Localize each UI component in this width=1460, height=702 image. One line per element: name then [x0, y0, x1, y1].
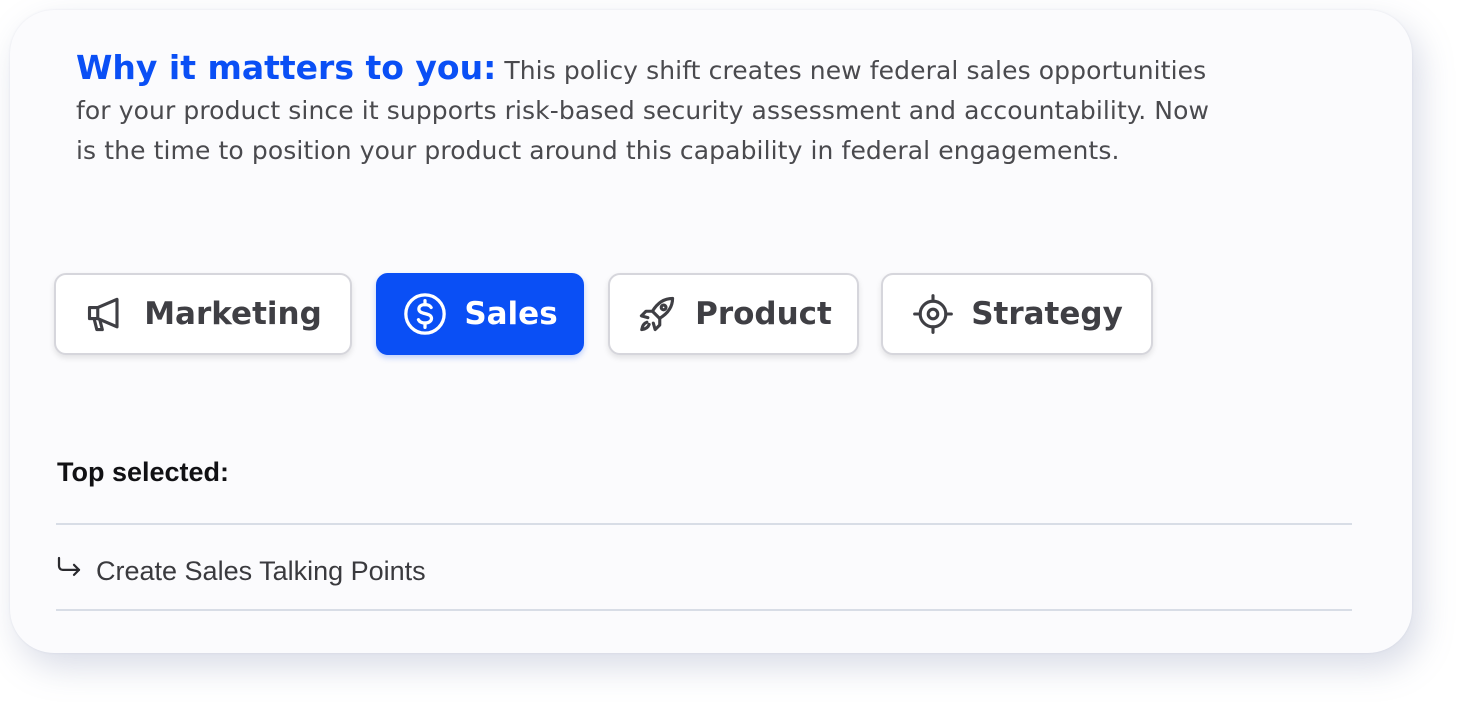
- top-selected-item[interactable]: Create Sales Talking Points: [54, 546, 426, 596]
- insight-lead: Why it matters to you:: [76, 48, 497, 87]
- chip-label: Strategy: [971, 296, 1123, 332]
- target-icon: [911, 292, 955, 336]
- chip-label: Marketing: [144, 296, 322, 332]
- dollar-circle-icon: [402, 291, 448, 337]
- chip-marketing[interactable]: Marketing: [54, 273, 352, 355]
- chip-strategy[interactable]: Strategy: [881, 273, 1153, 355]
- insight-text: Why it matters to you: This policy shift…: [76, 48, 1216, 171]
- divider-bottom: [56, 609, 1352, 611]
- chip-label: Product: [695, 296, 832, 332]
- megaphone-icon: [84, 292, 128, 336]
- arrow-turn-down-right-icon: [54, 553, 84, 590]
- top-selected-heading: Top selected:: [57, 457, 230, 487]
- top-selected-item-label: Create Sales Talking Points: [96, 555, 426, 586]
- insight-card: Why it matters to you: This policy shift…: [10, 10, 1412, 653]
- chip-sales[interactable]: Sales: [376, 273, 584, 355]
- chip-product[interactable]: Product: [608, 273, 859, 355]
- divider-top: [56, 523, 1352, 525]
- rocket-icon: [635, 292, 679, 336]
- chip-label: Sales: [464, 296, 558, 332]
